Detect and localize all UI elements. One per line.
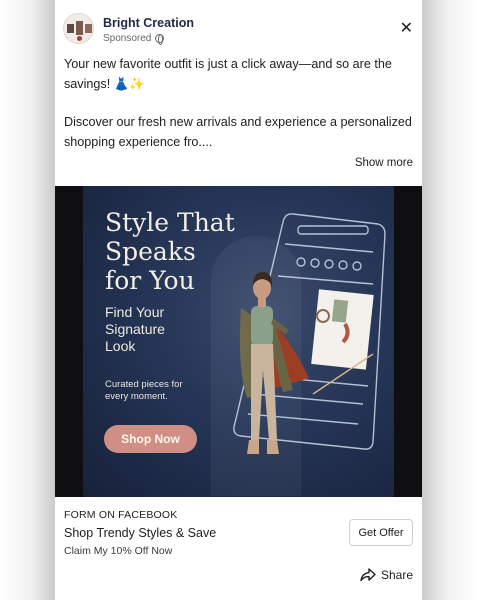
shop-now-button[interactable]: Shop Now <box>104 425 197 453</box>
share-icon <box>360 568 376 582</box>
cta-bar: FORM ON FACEBOOK Shop Trendy Styles & Sa… <box>55 497 422 600</box>
sponsored-label-row: Sponsored <box>103 33 165 45</box>
ad-tagline-line: Curated pieces for <box>105 379 183 390</box>
ad-creative-artwork: Style That Speaks for You Find Your Sign… <box>83 186 394 497</box>
share-label: Share <box>380 568 413 582</box>
ad-subheadline-line: Signature <box>105 321 165 337</box>
sponsored-label: Sponsored <box>103 33 152 44</box>
sponsored-post-card: Bright Creation Sponsored ✕ Your new fav… <box>55 0 422 600</box>
close-icon[interactable]: ✕ <box>400 21 413 37</box>
ad-headline-line: for You <box>105 266 195 295</box>
page-avatar[interactable] <box>63 13 94 44</box>
ad-headline-line: Style That <box>105 208 235 237</box>
page-name[interactable]: Bright Creation <box>103 16 194 30</box>
ad-subheadline-line: Look <box>105 338 136 354</box>
ad-subheadline-line: Find Your <box>105 304 165 320</box>
ad-headline: Style That Speaks for You <box>105 208 235 295</box>
cta-title[interactable]: Shop Trendy Styles & Save <box>64 526 216 540</box>
share-button[interactable]: Share <box>360 568 413 582</box>
post-text: Your new favorite outfit is just a click… <box>64 54 414 170</box>
ad-tagline: Curated pieces for every moment. <box>105 379 183 403</box>
cta-description: Claim My 10% Off Now <box>64 545 173 557</box>
post-text-paragraph-1: Your new favorite outfit is just a click… <box>64 57 392 91</box>
ad-subheadline: Find Your Signature Look <box>105 304 165 355</box>
ad-creative-image[interactable]: Style That Speaks for You Find Your Sign… <box>55 186 422 497</box>
globe-icon <box>155 34 165 45</box>
backdrop-left <box>0 0 56 600</box>
ad-headline-line: Speaks <box>105 237 196 266</box>
backdrop-right <box>421 0 477 600</box>
show-more-link[interactable]: Show more <box>355 157 413 169</box>
get-offer-button[interactable]: Get Offer <box>349 519 413 546</box>
cta-type-label: FORM ON FACEBOOK <box>64 509 178 521</box>
post-header: Bright Creation Sponsored ✕ <box>55 0 422 50</box>
ad-tagline-line: every moment. <box>105 391 168 402</box>
post-text-paragraph-2: Discover our fresh new arrivals and expe… <box>64 115 412 149</box>
